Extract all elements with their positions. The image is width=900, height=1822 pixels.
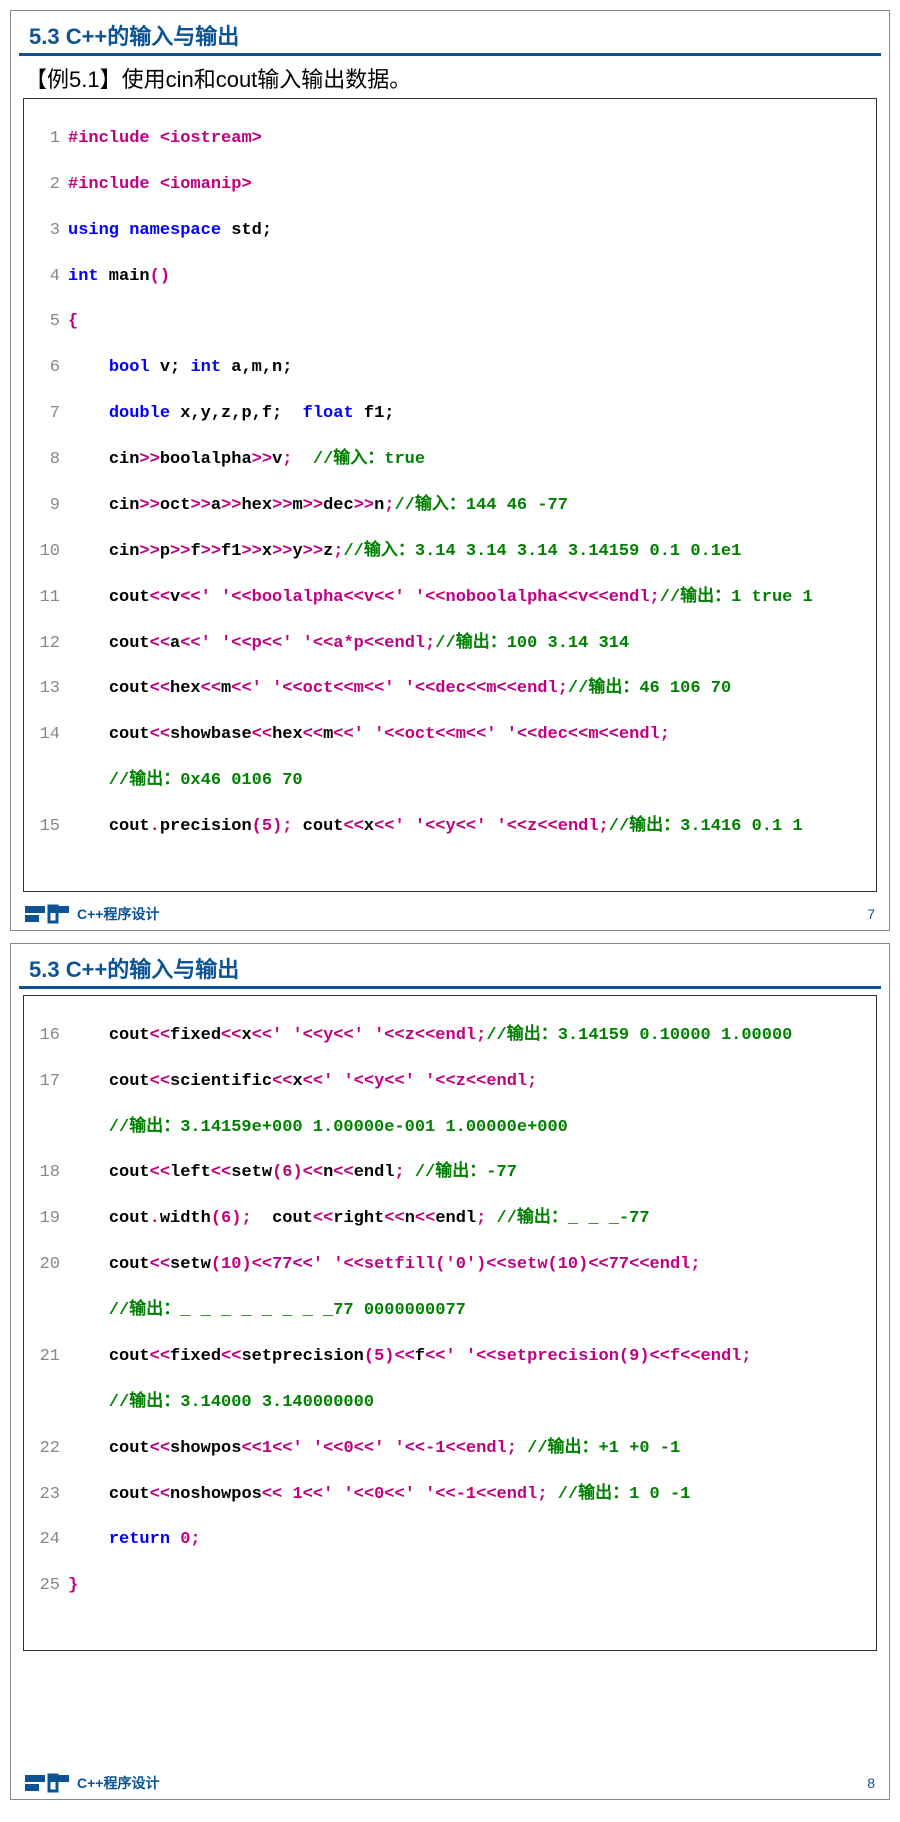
footer-title: C++程序设计 <box>77 904 159 924</box>
slide-8: 5.3 C++的输入与输出 16 cout<<fixed<<x<<' '<<y<… <box>10 943 890 1800</box>
slide-footer: C++程序设计 8 <box>11 1769 889 1799</box>
page-number: 8 <box>867 1775 875 1791</box>
code-block-2: 16 cout<<fixed<<x<<' '<<y<<' '<<z<<endl;… <box>23 995 877 1651</box>
footer-title: C++程序设计 <box>77 1773 159 1793</box>
page-number: 7 <box>867 906 875 922</box>
code-line: cin>>boolalpha>>v; <box>109 450 293 469</box>
code-block-1: 1#include <iostream> 2#include <iomanip>… <box>23 98 877 892</box>
slide-footer: C++程序设计 7 <box>11 900 889 930</box>
logo: C++程序设计 <box>25 1773 159 1793</box>
section-heading: 5.3 C++的输入与输出 <box>19 15 881 56</box>
cpp-logo-icon <box>25 1773 71 1793</box>
cpp-logo-icon <box>25 904 71 924</box>
slide-7: 5.3 C++的输入与输出 【例5.1】使用cin和cout输入输出数据。 1#… <box>10 10 890 931</box>
section-heading: 5.3 C++的输入与输出 <box>19 948 881 989</box>
example-title: 【例5.1】使用cin和cout输入输出数据。 <box>11 62 889 98</box>
logo: C++程序设计 <box>25 904 159 924</box>
